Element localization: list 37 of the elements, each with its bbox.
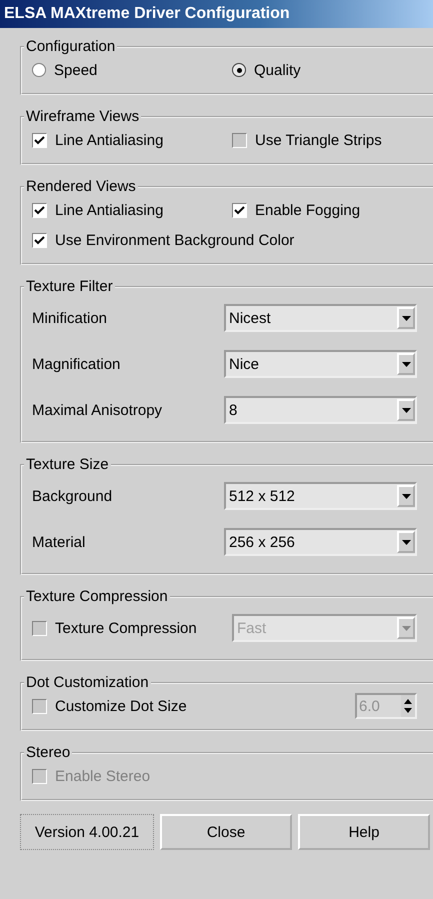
field-label: Magnification xyxy=(32,356,122,372)
checkbox[interactable]: Enable Fogging xyxy=(232,202,432,218)
group-title: Stereo xyxy=(25,744,72,761)
dropdown[interactable]: 256 x 256 xyxy=(224,528,417,556)
checkbox[interactable]: Use Environment Background Color xyxy=(32,232,294,248)
group-title: Rendered Views xyxy=(25,178,137,195)
radio-button[interactable]: Speed xyxy=(32,62,232,78)
checkbox[interactable]: Line Antialiasing xyxy=(32,202,232,218)
dropdown[interactable]: 8 xyxy=(224,396,417,424)
group-title: Configuration xyxy=(25,38,116,55)
group-title: Dot Customization xyxy=(25,674,150,691)
dropdown[interactable]: 512 x 512 xyxy=(224,482,417,510)
window-title: ELSA MAXtreme Driver Configuration xyxy=(4,5,290,23)
group-title: Wireframe Views xyxy=(25,108,140,125)
field-label: Material xyxy=(32,534,86,550)
field-label: Minification xyxy=(32,310,108,326)
check-icon xyxy=(234,204,245,216)
version-label: Version 4.00.21 xyxy=(20,814,154,850)
dropdown[interactable]: Nice xyxy=(224,350,417,378)
checkbox[interactable]: Use Triangle Strips xyxy=(232,132,432,148)
group-title: Texture Compression xyxy=(25,588,169,605)
check-icon xyxy=(34,134,45,146)
checkbox[interactable]: Line Antialiasing xyxy=(32,132,232,148)
radio-icon[interactable] xyxy=(32,63,46,77)
radio-icon[interactable] xyxy=(232,63,246,77)
group-title: Texture Filter xyxy=(25,278,114,295)
check-icon xyxy=(34,204,45,216)
checkbox[interactable]: Texture Compression xyxy=(32,620,232,636)
field-label: Maximal Anisotropy xyxy=(32,402,164,418)
dropdown[interactable]: Nicest xyxy=(224,304,417,332)
field-label: Background xyxy=(32,488,114,504)
radio-button[interactable]: Quality xyxy=(232,62,432,78)
dialog-button[interactable]: Help xyxy=(298,814,430,850)
group-title: Texture Size xyxy=(25,456,110,473)
check-icon xyxy=(34,234,45,246)
dialog-button[interactable]: Close xyxy=(160,814,292,850)
checkbox[interactable]: Customize Dot Size xyxy=(32,698,232,714)
